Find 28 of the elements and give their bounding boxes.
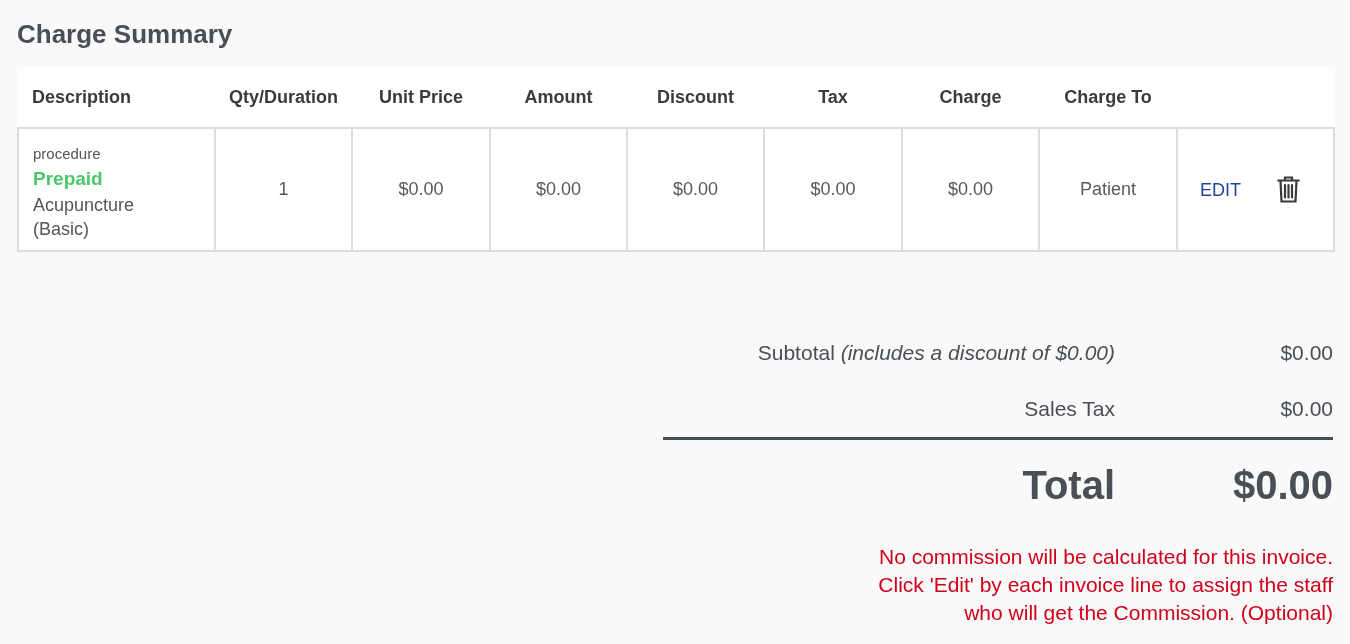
- table-cell: Patient: [1039, 128, 1177, 251]
- total-label: Total: [1022, 462, 1115, 509]
- summary-label: Subtotal (includes a discount of $0.00): [757, 340, 1115, 367]
- column-header: Amount: [490, 67, 627, 128]
- total-amount: $0.00: [1232, 462, 1333, 509]
- item-category: procedure: [33, 143, 102, 164]
- table-cell: $0.00: [352, 128, 490, 251]
- table-cell: $0.00: [764, 128, 902, 251]
- commission-warning: No commission will be calculated for this invoice. Click 'Edit' by each invoice line to assign the staff who will get the Commission. (Optional): [877, 544, 1333, 626]
- trash-icon[interactable]: [1277, 176, 1300, 203]
- item-name: Acupuncture (Basic): [33, 193, 136, 241]
- column-header: Charge: [902, 67, 1039, 128]
- column-header: Charge To: [1039, 67, 1177, 128]
- column-header: Description: [18, 67, 215, 128]
- table-cell: $0.00: [902, 128, 1039, 251]
- column-header: Tax: [764, 67, 902, 128]
- column-header: Discount: [627, 67, 764, 128]
- page-title: Charge Summary: [17, 18, 234, 50]
- table-cell: $0.00: [627, 128, 764, 251]
- summary-amount: $0.00: [1280, 396, 1333, 423]
- table-cell: $0.00: [490, 128, 627, 251]
- column-header: Qty/Duration: [215, 67, 352, 128]
- table-cell: 1: [215, 128, 352, 251]
- column-header: Unit Price: [352, 67, 490, 128]
- item-status: Prepaid: [33, 166, 104, 191]
- summary-amount: $0.00: [1280, 340, 1333, 367]
- edit-link[interactable]: EDIT: [1200, 177, 1241, 202]
- summary-label: Sales Tax: [1024, 396, 1115, 423]
